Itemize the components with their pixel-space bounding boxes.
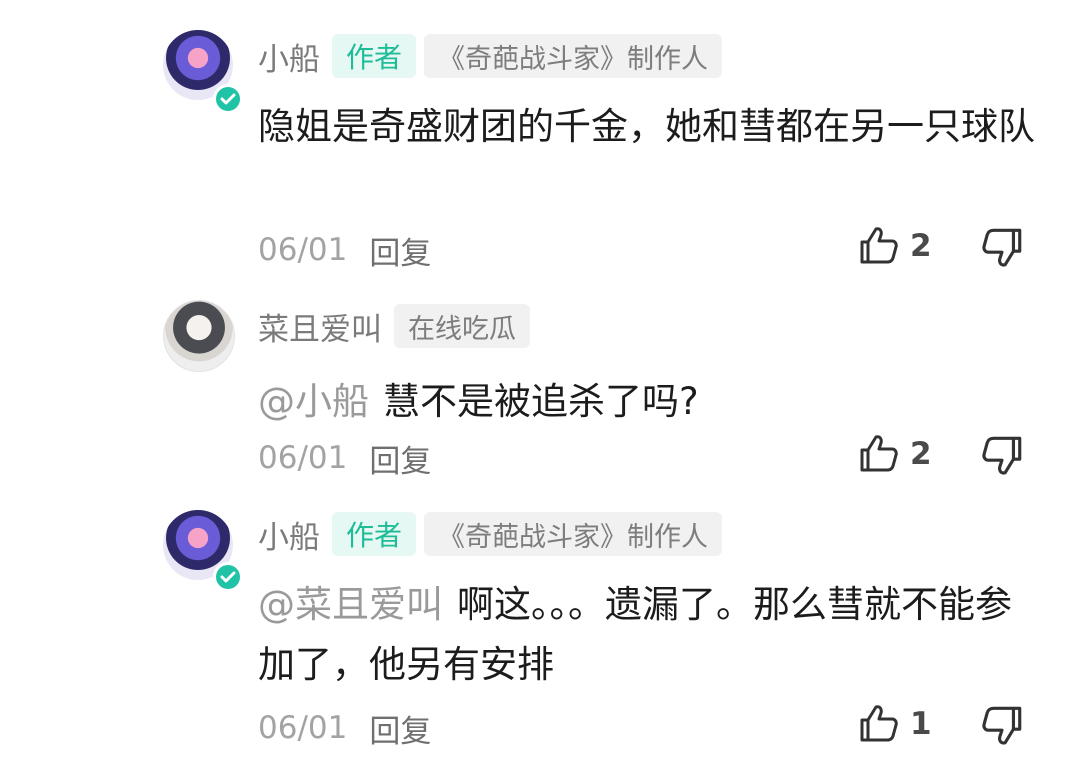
like-button[interactable]: 1: [856, 702, 932, 746]
like-count: 1: [910, 706, 932, 742]
thumbs-up-icon: [860, 705, 898, 742]
mention-link[interactable]: @菜且爱叫: [258, 583, 443, 626]
comment-text: @菜且爱叫 啊这。。。遗漏了。那么彗就不能参加了，他另有安排: [258, 575, 1038, 695]
thumbs-down-icon[interactable]: [980, 702, 1026, 748]
comment-header: 小船 作者 《奇葩战斗家》制作人: [258, 511, 723, 557]
comment-date: 06/01: [258, 710, 348, 746]
username[interactable]: 小船: [258, 512, 320, 557]
comment-item: 小船 作者 《奇葩战斗家》制作人 @菜且爱叫 啊这。。。遗漏了。那么彗就不能参加了…: [0, 0, 1079, 777]
comment-meta: 06/01 回复: [258, 706, 431, 750]
title-badge: 《奇葩战斗家》制作人: [424, 512, 723, 556]
verified-badge-icon: [213, 562, 243, 592]
reply-button[interactable]: 回复: [369, 706, 431, 751]
author-badge: 作者: [332, 512, 417, 556]
